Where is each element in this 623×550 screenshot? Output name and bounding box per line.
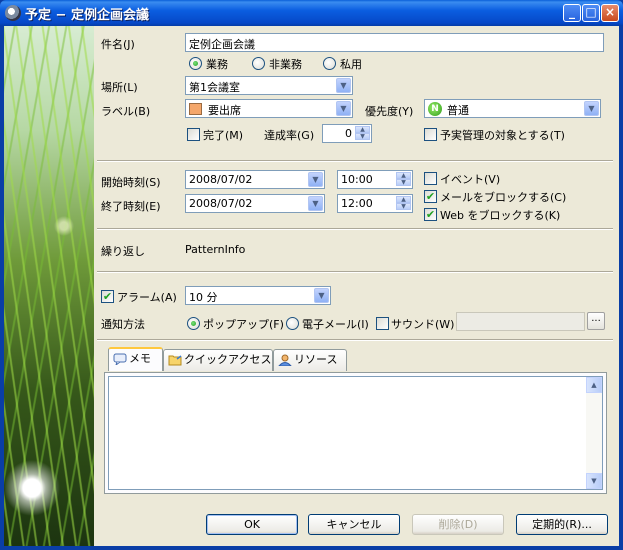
- achievement-value: 0: [345, 127, 352, 140]
- tab-memo[interactable]: メモ: [108, 347, 163, 371]
- delete-button[interactable]: 削除(D): [412, 514, 504, 535]
- start-label: 開始時刻(S): [101, 176, 161, 189]
- close-button[interactable]: ×: [601, 4, 619, 22]
- plan-actual-label: 予実管理の対象とする(T): [440, 129, 565, 142]
- radio-business[interactable]: [189, 57, 202, 70]
- minimize-button[interactable]: _: [563, 4, 581, 22]
- scroll-track[interactable]: [586, 393, 602, 473]
- divider: [97, 271, 613, 273]
- achievement-spinner[interactable]: 0 ▲ ▼: [322, 124, 372, 143]
- chevron-down-icon[interactable]: ▼: [308, 172, 323, 187]
- recurring-button[interactable]: 定期的(R)...: [516, 514, 608, 535]
- label-combo[interactable]: 要出席 ▼: [185, 99, 353, 118]
- subject-label: 件名(J): [101, 38, 135, 51]
- alarm-checkbox[interactable]: ✔: [101, 290, 114, 303]
- start-date-combo[interactable]: 2008/07/02 ▼: [185, 170, 325, 189]
- achievement-label: 達成率(G): [264, 129, 315, 142]
- start-time-spinner[interactable]: 10:00 ▲ ▼: [337, 170, 413, 189]
- window-title: 予定 − 定例企画会議: [25, 8, 149, 23]
- sound-checkbox[interactable]: [376, 317, 389, 330]
- label-field-label: ラベル(B): [101, 105, 151, 118]
- maximize-button[interactable]: □: [582, 4, 600, 22]
- title-bar[interactable]: 予定 − 定例企画会議 _ □ ×: [0, 0, 623, 26]
- radio-email-label: 電子メール(I): [302, 318, 369, 331]
- priority-combo[interactable]: N 普通 ▼: [424, 99, 601, 118]
- tab-quick-access[interactable]: クイックアクセス: [163, 349, 273, 371]
- event-checkbox[interactable]: [424, 172, 437, 185]
- block-web-label: Web をブロックする(K): [440, 209, 561, 222]
- label-value: 要出席: [208, 104, 241, 117]
- spinner-arrows[interactable]: ▲ ▼: [396, 196, 411, 211]
- alarm-value: 10 分: [189, 291, 218, 304]
- sound-path-input[interactable]: [456, 312, 585, 331]
- end-label: 終了時刻(E): [101, 200, 161, 213]
- tab-quick-access-label: クイックアクセス: [184, 353, 272, 366]
- end-time-spinner[interactable]: 12:00 ▲ ▼: [337, 194, 413, 213]
- plan-actual-checkbox[interactable]: [424, 128, 437, 141]
- radio-popup[interactable]: [187, 317, 200, 330]
- alarm-combo[interactable]: 10 分 ▼: [185, 286, 331, 305]
- divider: [97, 160, 613, 162]
- notify-label: 通知方法: [101, 318, 145, 331]
- sound-label: サウンド(W): [391, 318, 455, 331]
- appointment-window: 予定 − 定例企画会議 _ □ × 件名(J) 定例企画会議 業務 非業務 私用…: [0, 0, 623, 550]
- radio-nonbusiness[interactable]: [252, 57, 265, 70]
- grass-photo-banner: [4, 26, 94, 546]
- complete-label: 完了(M): [203, 129, 244, 142]
- radio-nonbusiness-label: 非業務: [269, 58, 302, 71]
- block-web-checkbox[interactable]: ✔: [424, 208, 437, 221]
- radio-private[interactable]: [323, 57, 336, 70]
- tab-resources-label: リソース: [294, 353, 338, 366]
- chevron-down-icon[interactable]: ▼: [314, 288, 329, 303]
- ok-button[interactable]: OK: [206, 514, 298, 535]
- location-label: 場所(L): [101, 81, 138, 94]
- folder-icon: [168, 355, 182, 366]
- radio-business-label: 業務: [206, 58, 228, 71]
- complete-checkbox[interactable]: [187, 128, 200, 141]
- chevron-down-icon[interactable]: ▼: [336, 78, 351, 93]
- dialog-body: 件名(J) 定例企画会議 業務 非業務 私用 場所(L) 第1会議室 ▼ ラベル…: [4, 26, 619, 546]
- memo-icon: [113, 353, 127, 365]
- location-combo[interactable]: 第1会議室 ▼: [185, 76, 353, 95]
- person-icon: [278, 354, 292, 366]
- chevron-down-icon[interactable]: ▼: [584, 101, 599, 116]
- priority-value: 普通: [447, 104, 469, 117]
- priority-label: 優先度(Y): [365, 105, 414, 118]
- block-mail-label: メールをブロックする(C): [440, 191, 567, 204]
- app-icon: [5, 5, 21, 21]
- memo-panel: ▲ ▼: [104, 372, 607, 494]
- end-time-value: 12:00: [341, 197, 373, 210]
- scroll-up-icon[interactable]: ▲: [586, 377, 602, 393]
- block-mail-checkbox[interactable]: ✔: [424, 190, 437, 203]
- radio-popup-label: ポップアップ(F): [203, 318, 284, 331]
- priority-normal-icon: N: [428, 102, 442, 116]
- location-value: 第1会議室: [189, 81, 240, 94]
- tab-resources[interactable]: リソース: [273, 349, 347, 371]
- scroll-down-icon[interactable]: ▼: [586, 473, 602, 489]
- radio-private-label: 私用: [340, 58, 362, 71]
- divider: [97, 228, 613, 230]
- repeat-label: 繰り返し: [101, 245, 145, 258]
- repeat-value: PatternInfo: [185, 243, 246, 256]
- end-date-value: 2008/07/02: [189, 197, 253, 210]
- tab-memo-label: メモ: [129, 352, 151, 365]
- alarm-label: アラーム(A): [117, 291, 177, 304]
- end-date-combo[interactable]: 2008/07/02 ▼: [185, 194, 325, 213]
- cancel-button[interactable]: キャンセル: [308, 514, 400, 535]
- spinner-arrows[interactable]: ▲ ▼: [355, 126, 370, 141]
- event-label: イベント(V): [440, 173, 501, 186]
- chevron-down-icon[interactable]: ▼: [308, 196, 323, 211]
- label-color-swatch: [189, 103, 202, 115]
- start-time-value: 10:00: [341, 173, 373, 186]
- divider: [97, 339, 613, 341]
- radio-email[interactable]: [286, 317, 299, 330]
- browse-button[interactable]: ...: [587, 312, 605, 330]
- spinner-arrows[interactable]: ▲ ▼: [396, 172, 411, 187]
- memo-textarea[interactable]: ▲ ▼: [108, 376, 603, 490]
- memo-scrollbar[interactable]: ▲ ▼: [586, 377, 602, 489]
- start-date-value: 2008/07/02: [189, 173, 253, 186]
- chevron-down-icon[interactable]: ▼: [336, 101, 351, 116]
- subject-input[interactable]: 定例企画会議: [185, 33, 604, 52]
